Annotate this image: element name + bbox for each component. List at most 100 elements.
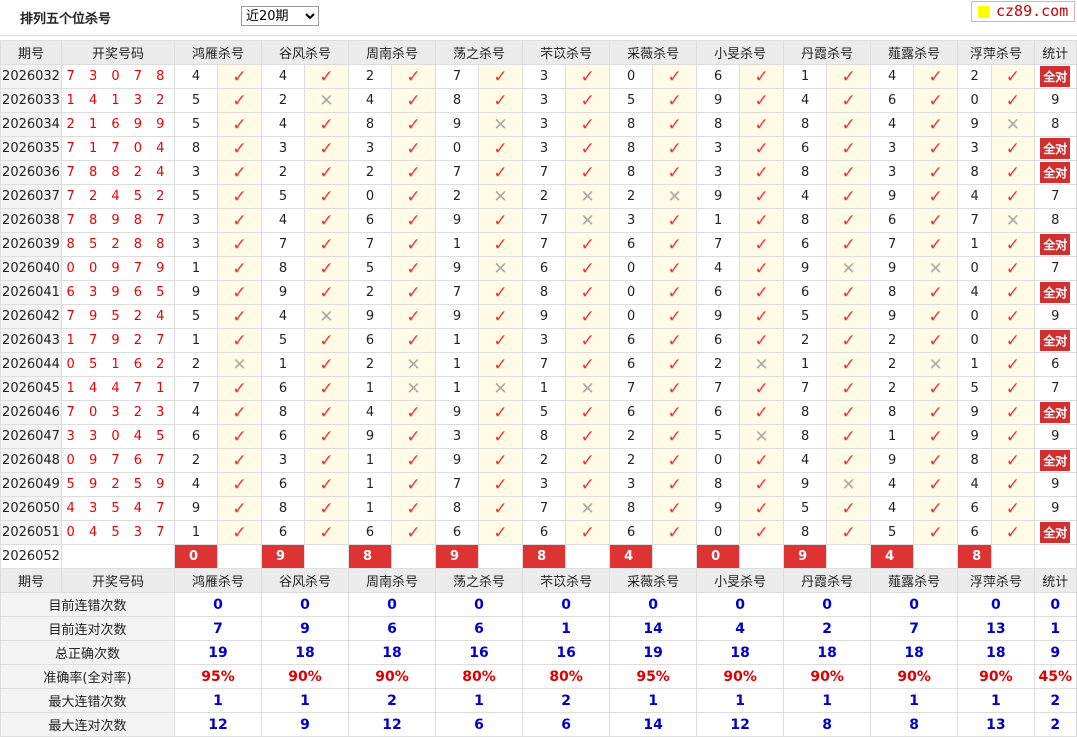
stats-value: 9 — [261, 712, 350, 737]
kill-value: 9 — [696, 88, 741, 113]
result-mark: ✓ — [652, 448, 698, 473]
stats-value: 95% — [609, 664, 698, 689]
stats-value: 0 — [173, 592, 263, 617]
stats-row: 目前连对次数 7 9 6 6 1 14 4 2 7 13 1 — [0, 616, 1077, 641]
check-icon: ✓ — [667, 354, 682, 375]
check-icon: ✓ — [319, 66, 334, 87]
check-icon: ✓ — [319, 330, 334, 351]
check-icon: ✓ — [580, 330, 595, 351]
draw-number: 5 9 2 5 9 — [61, 472, 175, 497]
cross-icon: ✕ — [232, 354, 247, 375]
result-mark: ✓ — [826, 208, 872, 233]
cross-icon: ✕ — [493, 258, 508, 279]
issue-number: 2026040 — [0, 256, 62, 281]
kill-value: 9 — [696, 496, 741, 521]
result-mark: ✓ — [652, 304, 698, 329]
kill-value: 2 — [174, 352, 218, 377]
check-icon: ✓ — [841, 162, 856, 183]
result-mark: ✓ — [304, 520, 350, 545]
result-mark: ✓ — [652, 64, 698, 89]
result-mark: ✕ — [216, 352, 263, 377]
kill-number-table: 期号 开奖号码 鸿雁杀号 谷风杀号 周南杀号 荡之杀号 芣苡杀号 采薇杀号 小旻杀号 丹霞杀号 薤露… — [0, 40, 1077, 737]
check-icon: ✓ — [928, 426, 943, 447]
stats-value: 80% — [522, 664, 611, 689]
period-select[interactable]: 近20期 — [241, 6, 319, 26]
result-mark: ✓ — [565, 64, 611, 89]
result-mark: ✓ — [913, 424, 959, 449]
check-icon: ✓ — [232, 90, 247, 111]
draw-number: 7 3 0 7 8 — [61, 64, 175, 89]
kill-value: 2 — [261, 88, 306, 113]
kill-value: 8 — [522, 280, 567, 305]
result-mark: ✓ — [478, 136, 524, 161]
kill-value: 6 — [696, 64, 741, 89]
result-mark: ✓ — [478, 424, 524, 449]
column-header: 薤露杀号 — [870, 40, 959, 65]
kill-value: 8 — [261, 496, 306, 521]
check-icon: ✓ — [580, 426, 595, 447]
check-icon: ✓ — [406, 258, 421, 279]
result-mark: ✓ — [652, 88, 698, 113]
kill-value: 6 — [783, 232, 828, 257]
kill-value: 6 — [522, 256, 567, 281]
kill-value: 9 — [435, 208, 480, 233]
stats-value: 1 — [696, 688, 785, 713]
cross-icon: ✕ — [580, 210, 595, 231]
row-stat: 7 — [1033, 184, 1077, 209]
kill-value: 4 — [783, 448, 828, 473]
check-icon: ✓ — [667, 162, 682, 183]
kill-value: 4 — [174, 64, 218, 89]
kill-value: 7 — [435, 280, 480, 305]
stats-value: 18 — [696, 640, 785, 665]
check-icon: ✓ — [406, 162, 421, 183]
kill-value: 8 — [609, 496, 654, 521]
result-mark: ✓ — [739, 520, 785, 545]
kill-value: 1 — [783, 352, 828, 377]
result-mark: ✓ — [478, 328, 524, 353]
result-mark: ✓ — [391, 496, 437, 521]
result-mark: ✓ — [565, 112, 611, 137]
check-icon: ✓ — [1005, 450, 1020, 471]
row-stat: 9 — [1033, 424, 1077, 449]
kill-value: 7 — [174, 376, 218, 401]
row-stat: 全对 — [1033, 448, 1077, 473]
kill-value: 5 — [174, 88, 218, 113]
kill-value: 9 — [870, 184, 915, 209]
cross-icon: ✕ — [1005, 114, 1020, 135]
header-row: 期号 开奖号码 鸿雁杀号 谷风杀号 周南杀号 荡之杀号 芣苡杀号 采薇杀号 小旻杀号 丹霞杀号 薤露… — [0, 568, 1077, 593]
kill-value: 2 — [696, 352, 741, 377]
result-mark: ✕ — [991, 112, 1035, 137]
all-correct-badge: 全对 — [1040, 162, 1071, 183]
cross-icon: ✕ — [319, 306, 334, 327]
result-mark: ✕ — [478, 184, 524, 209]
check-icon: ✓ — [928, 450, 943, 471]
logo-text: cz89.com — [996, 2, 1069, 20]
kill-value: 0 — [609, 304, 654, 329]
issue-number: 2026044 — [0, 352, 62, 377]
check-icon: ✓ — [667, 258, 682, 279]
kill-value: 4 — [174, 472, 218, 497]
kill-value: 2 — [609, 448, 654, 473]
result-mark: ✓ — [391, 160, 437, 185]
issue-number: 2026035 — [0, 136, 62, 161]
kill-value: 5 — [696, 424, 741, 449]
kill-value: 4 — [957, 472, 993, 497]
result-mark: ✓ — [913, 88, 959, 113]
result-mark: ✓ — [304, 424, 350, 449]
stats-value: 6 — [435, 712, 524, 737]
column-header: 开奖号码 — [61, 568, 175, 593]
stats-value: 80% — [435, 664, 524, 689]
table-row: 2026033 1 4 1 3 2 5 ✓ 2 ✕ 4 ✓ 8 ✓ 3 ✓ 5 ✓ 9 ✓ 4 ✓ 6 ✓ 0 ✓ 9 — [0, 88, 1077, 113]
stats-value: 6 — [435, 616, 524, 641]
result-mark: ✕ — [739, 424, 785, 449]
stats-value: 18 — [783, 640, 872, 665]
result-mark: ✓ — [565, 256, 611, 281]
check-icon: ✓ — [319, 498, 334, 519]
check-icon: ✓ — [493, 354, 508, 375]
row-stat: 全对 — [1033, 280, 1077, 305]
kill-value: 8 — [957, 448, 993, 473]
site-logo[interactable]: cz89.com — [971, 1, 1075, 22]
check-icon: ✓ — [493, 450, 508, 471]
check-icon: ✓ — [841, 354, 856, 375]
result-mark: ✓ — [826, 112, 872, 137]
